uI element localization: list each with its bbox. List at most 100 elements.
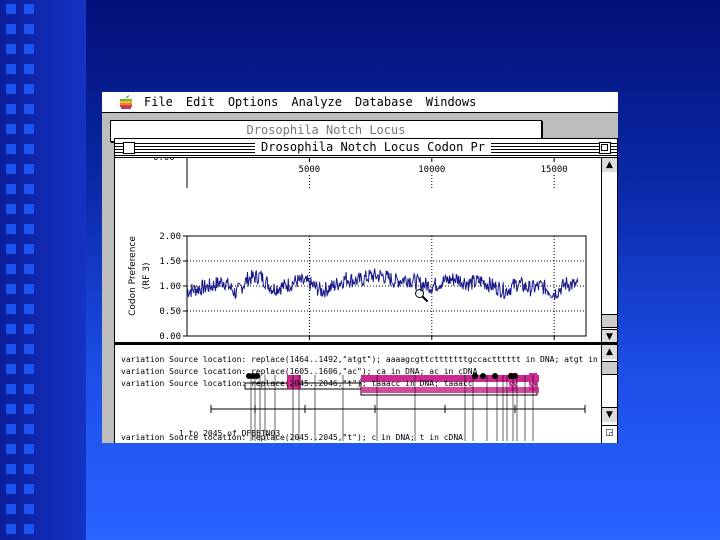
decor-square <box>6 84 16 94</box>
menu-file[interactable]: File <box>144 95 173 109</box>
decor-square <box>6 144 16 154</box>
y-axis-label-frame: (RF 3) <box>142 262 152 289</box>
menu-database[interactable]: Database <box>355 95 413 109</box>
decor-square <box>6 364 16 374</box>
apple-menu-icon[interactable] <box>118 94 134 110</box>
decor-square <box>6 164 16 174</box>
decor-square <box>24 204 34 214</box>
decor-square <box>6 244 16 254</box>
decor-square <box>24 44 34 54</box>
y-tick-label: 2.00 <box>159 232 181 242</box>
top-partial-tick-label: 0.00 <box>153 158 175 163</box>
decor-square <box>6 4 16 14</box>
decor-square <box>6 524 16 534</box>
front-window: Drosophila Notch Locus Codon Pr 0.00 5000… <box>114 138 618 443</box>
decor-square <box>24 24 34 34</box>
decor-square <box>6 484 16 494</box>
zoom-box-icon[interactable] <box>599 142 611 154</box>
top-ruler-tick-label: 15000 <box>541 165 568 175</box>
feature-line[interactable]: variation Source location: replace(2045.… <box>121 433 463 442</box>
decor-square <box>6 64 16 74</box>
decor-square <box>6 504 16 514</box>
y-axis-label: Codon Preference <box>128 236 138 316</box>
decor-square <box>6 424 16 434</box>
plot-scrollbar[interactable]: ▲ ▼ <box>601 158 617 344</box>
decor-square <box>6 224 16 234</box>
decor-square <box>24 4 34 14</box>
feature-line[interactable]: variation Source location: replace(1605.… <box>121 367 477 376</box>
magnifier-cursor-icon <box>415 289 425 298</box>
scroll-up-arrow-icon[interactable]: ▲ <box>602 158 617 172</box>
decor-square <box>24 224 34 234</box>
y-tick-label: 1.00 <box>159 282 181 292</box>
decor-square <box>24 144 34 154</box>
decor-square <box>24 524 34 534</box>
decor-square <box>24 324 34 334</box>
decor-square <box>6 344 16 354</box>
variation-dot-icon <box>480 373 486 379</box>
series-line <box>186 268 579 300</box>
decor-square <box>24 464 34 474</box>
slide-sidebar-decoration <box>0 0 86 540</box>
decor-square <box>24 164 34 174</box>
menu-options[interactable]: Options <box>228 95 279 109</box>
decor-square <box>6 404 16 414</box>
map-range-label: 1 to 2045 of DFBBTN03 <box>179 429 281 438</box>
decor-square <box>6 184 16 194</box>
decor-square <box>6 24 16 34</box>
decor-square <box>24 504 34 514</box>
y-tick-label: 1.50 <box>159 257 181 267</box>
decor-square <box>6 44 16 54</box>
decor-square <box>24 364 34 374</box>
scroll-thumb[interactable] <box>602 361 617 375</box>
decor-square <box>6 384 16 394</box>
decor-square <box>24 244 34 254</box>
menu-bar: File Edit Options Analyze Database Windo… <box>102 92 618 113</box>
top-ruler-tick-label: 10000 <box>418 165 445 175</box>
decor-square <box>6 204 16 214</box>
scroll-down-arrow-icon[interactable]: ▼ <box>602 407 617 422</box>
grow-box-icon[interactable]: ◲ <box>602 425 617 440</box>
decor-square <box>6 304 16 314</box>
feature-line[interactable]: variation Source location: replace(1464.… <box>121 355 601 364</box>
decor-square <box>24 304 34 314</box>
menu-edit[interactable]: Edit <box>186 95 215 109</box>
top-ruler-tick-label: 5000 <box>299 165 321 175</box>
menu-windows[interactable]: Windows <box>426 95 477 109</box>
decor-square <box>24 444 34 454</box>
feature-line[interactable]: variation Source location: replace(2045.… <box>121 379 473 388</box>
magnifier-cursor-handle <box>421 295 429 303</box>
decor-square <box>6 264 16 274</box>
decor-square <box>6 284 16 294</box>
decor-square <box>6 104 16 114</box>
decor-square <box>24 64 34 74</box>
decor-square <box>6 464 16 474</box>
y-tick-label: 0.00 <box>159 332 181 342</box>
feature-scrollbar[interactable]: ▲ ▼ ◲ <box>601 345 617 443</box>
decor-square <box>24 104 34 114</box>
codon-preference-plot: 0.00500010000150000.000.501.001.502.0050… <box>128 158 587 345</box>
scroll-up-arrow-icon[interactable]: ▲ <box>602 345 617 359</box>
decor-square <box>24 424 34 434</box>
scroll-thumb[interactable] <box>602 314 617 328</box>
decor-square <box>24 404 34 414</box>
feature-pane: variation Source location: replace(1464.… <box>115 345 601 443</box>
decor-square <box>24 124 34 134</box>
close-box-icon[interactable] <box>123 142 135 154</box>
decor-square <box>24 264 34 274</box>
window-title: Drosophila Notch Locus Codon Pr <box>255 140 491 154</box>
decor-square <box>24 84 34 94</box>
mac-screen: File Edit Options Analyze Database Windo… <box>102 92 618 443</box>
decor-square <box>24 284 34 294</box>
decor-square <box>6 444 16 454</box>
decor-square <box>24 384 34 394</box>
decor-square <box>24 184 34 194</box>
decor-square <box>6 124 16 134</box>
window-title-bar[interactable]: Drosophila Notch Locus Codon Pr <box>115 139 617 158</box>
menu-analyze[interactable]: Analyze <box>291 95 342 109</box>
decor-square <box>6 324 16 334</box>
y-tick-label: 0.50 <box>159 307 181 317</box>
decor-square <box>24 344 34 354</box>
back-window-title: Drosophila Notch Locus <box>246 123 406 137</box>
decor-square <box>24 484 34 494</box>
